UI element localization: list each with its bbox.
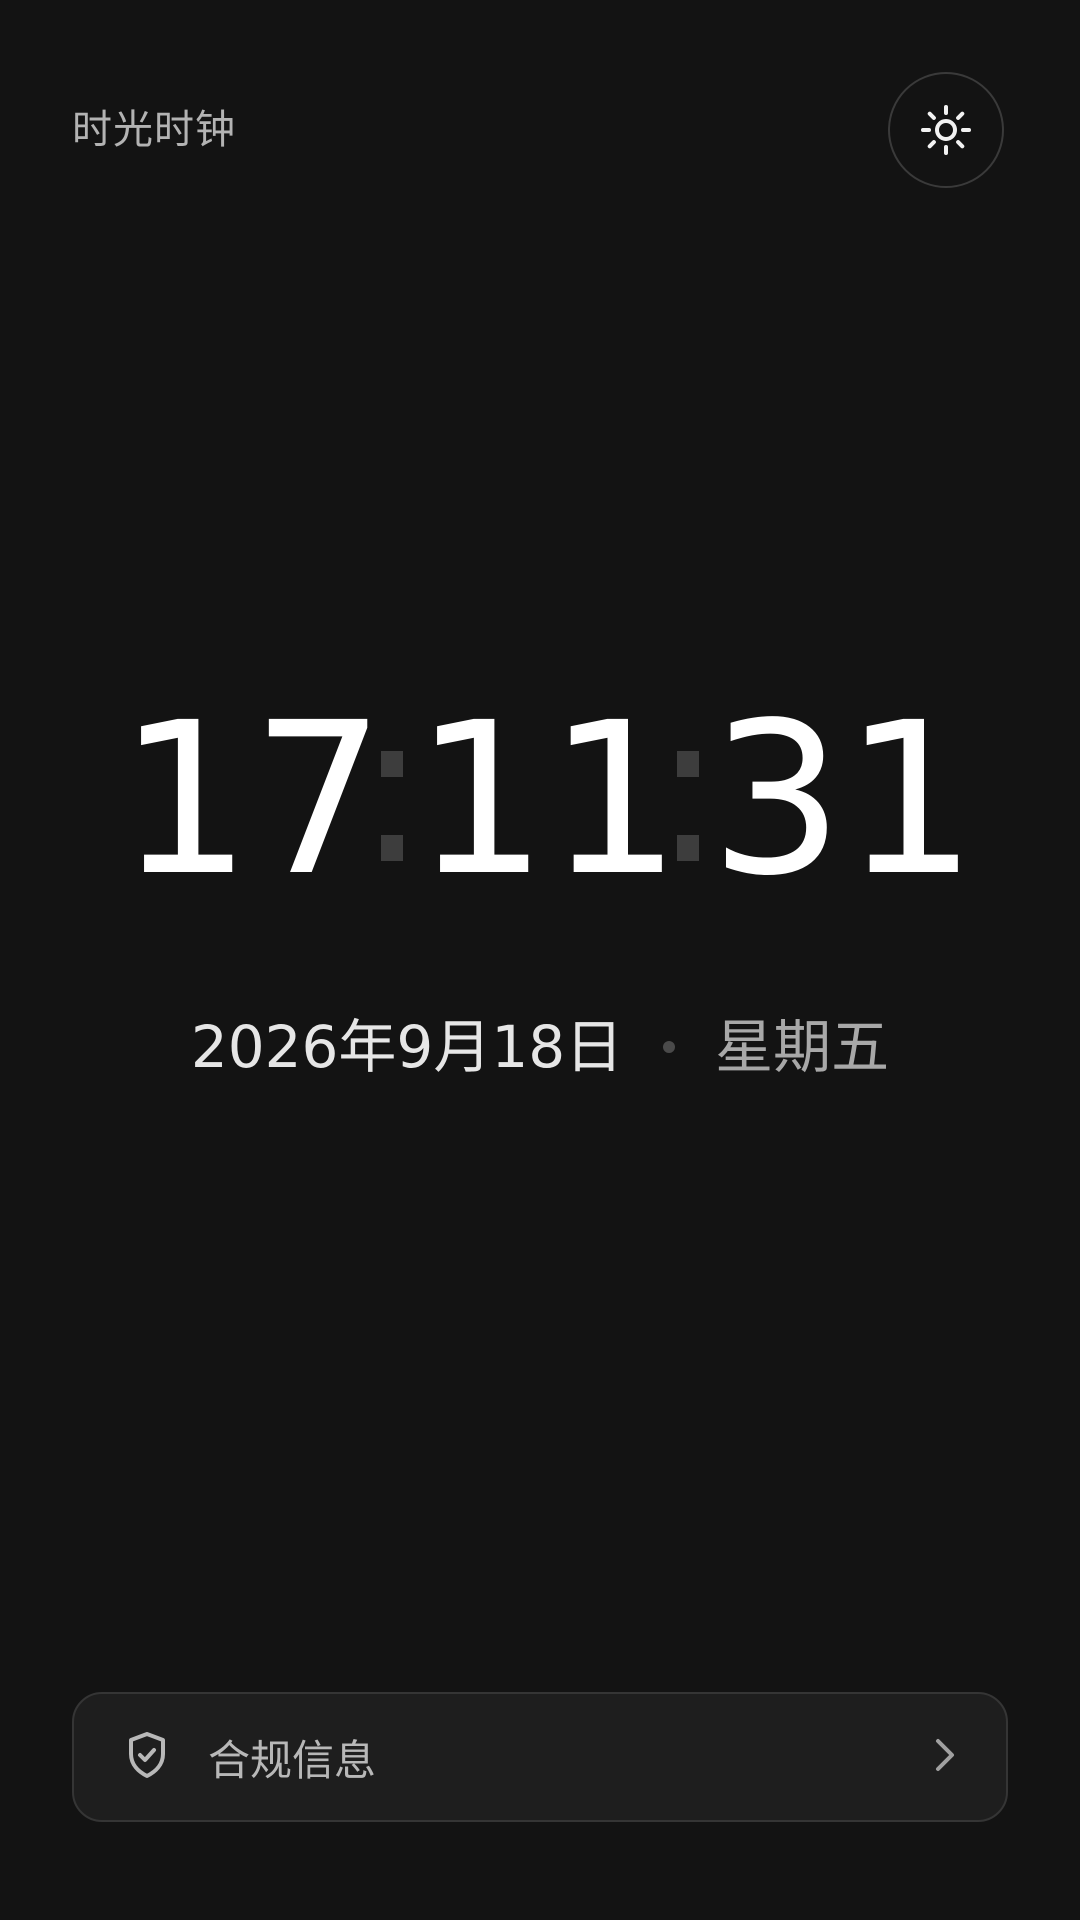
- theme-toggle-button[interactable]: [888, 72, 1004, 188]
- clock-hours: 17: [118, 677, 386, 922]
- weekday-text: 星期五: [715, 1013, 890, 1081]
- chevron-right-icon: [934, 1737, 956, 1777]
- clock-separator: [666, 751, 710, 861]
- clock-minutes: 11: [414, 677, 682, 922]
- clock-seconds: 31: [710, 677, 978, 922]
- sun-icon: [920, 104, 972, 156]
- compliance-label: 合规信息: [208, 1735, 377, 1785]
- date-line: 2026年9月18日 星期五: [0, 1012, 1080, 1082]
- date-text: 2026年9月18日: [190, 1013, 624, 1081]
- app-title: 时光时钟: [72, 107, 236, 153]
- shield-check-icon: [126, 1731, 168, 1783]
- clock-separator: [370, 751, 414, 861]
- digital-clock: 17 11 31: [0, 677, 1080, 922]
- separator-dot: [663, 1040, 676, 1053]
- compliance-info-button[interactable]: 合规信息: [72, 1692, 1008, 1822]
